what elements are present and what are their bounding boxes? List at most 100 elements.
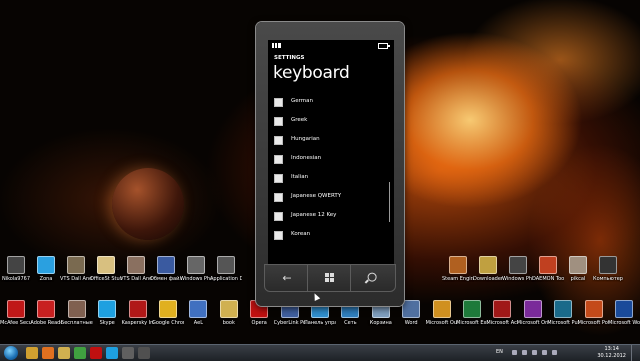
desktop-shortcut[interactable]: Microsoft OneNote 2010: [517, 300, 549, 326]
language-indicator[interactable]: EN: [496, 349, 503, 355]
desktop-shortcut[interactable]: Steam Engine: [442, 256, 474, 282]
desktop-shortcut-label: Application Deployment: [210, 276, 242, 282]
desktop-shortcut-label: book: [222, 320, 235, 326]
show-desktop-button[interactable]: [631, 345, 640, 361]
desktop-shortcut[interactable]: Microsoft Word 2010: [608, 300, 640, 326]
back-button[interactable]: ←: [264, 264, 310, 292]
desktop-shortcut-label: Microsoft Excel 2010: [456, 320, 488, 326]
clock[interactable]: 13:14 30.12.2012: [597, 346, 626, 360]
desktop-shortcut[interactable]: Adobe Reader XI: [30, 300, 62, 326]
powerpoint-icon: [584, 300, 603, 318]
tray-icon[interactable]: [512, 350, 517, 355]
person-icon: [569, 256, 587, 274]
notepad-icon: [97, 256, 115, 274]
signal-icon: [272, 43, 281, 48]
clock-date: 30.12.2012: [597, 353, 626, 359]
chrome-icon: [159, 300, 177, 318]
desktop-shortcut[interactable]: Windows Phone Dev...: [502, 256, 534, 282]
language-checkbox[interactable]: [274, 193, 283, 202]
desktop-shortcut[interactable]: Microsoft Excel 2010: [456, 300, 488, 326]
desktop-shortcut[interactable]: VTS Dall Andreas: [120, 256, 152, 282]
language-label: Indonesian: [291, 155, 322, 161]
language-list-item[interactable]: German: [274, 95, 386, 114]
desktop-shortcut-label: Панель управления: [304, 320, 336, 326]
app-icon[interactable]: [138, 347, 150, 359]
desktop-shortcut[interactable]: Microsoft Publish 2010: [547, 300, 579, 326]
language-checkbox[interactable]: [274, 98, 283, 107]
language-list-item[interactable]: Korean: [274, 228, 386, 247]
language-checkbox[interactable]: [274, 136, 283, 145]
start-orb-icon[interactable]: [4, 346, 18, 360]
desktop-shortcut[interactable]: Компьютер: [592, 256, 624, 282]
tray-icon[interactable]: [522, 350, 527, 355]
desktop-shortcut-label: Microsoft Access 2010: [486, 320, 519, 326]
desktop-shortcut-label: Windows Phone Dev...: [502, 276, 534, 282]
desktop-shortcut[interactable]: Windows Phone Deve...: [180, 256, 212, 282]
skype-icon[interactable]: [106, 347, 118, 359]
desktop-shortcut[interactable]: Google Chrome: [152, 300, 184, 326]
desktop-shortcut[interactable]: book: [213, 300, 245, 326]
volume-icon[interactable]: [552, 350, 557, 355]
page-title: keyboard: [273, 63, 350, 83]
desktop-shortcut[interactable]: Обмен файлами: [150, 256, 182, 282]
folder-icon: [219, 300, 238, 318]
language-checkbox[interactable]: [274, 155, 283, 164]
start-button[interactable]: [307, 264, 353, 292]
desktop-shortcut[interactable]: Downloader: [472, 256, 504, 282]
opera-icon[interactable]: [90, 347, 102, 359]
app-label: SETTINGS: [274, 55, 305, 61]
desktop-shortcut-label: Adobe Reader XI: [30, 320, 63, 326]
desktop-shortcut-label: Microsoft PowerPoint...: [577, 320, 610, 326]
desktop-shortcut-label: Microsoft Outlook 2010: [425, 320, 458, 326]
phone-emulator: SETTINGS keyboard German Greek Hungarian In…: [256, 22, 404, 306]
desktop-shortcut[interactable]: pikcal: [562, 256, 594, 282]
desktop-shortcut[interactable]: VTS Dall Andreas_K...: [60, 256, 92, 282]
desktop-shortcut[interactable]: AeL: [182, 300, 214, 326]
chrome-icon[interactable]: [74, 347, 86, 359]
desktop-shortcut[interactable]: Microsoft Outlook 2010: [426, 300, 458, 326]
language-checkbox[interactable]: [274, 174, 283, 183]
language-checkbox[interactable]: [274, 212, 283, 221]
explorer-icon[interactable]: [26, 347, 38, 359]
language-checkbox[interactable]: [274, 231, 283, 240]
language-list-item[interactable]: Italian: [274, 171, 386, 190]
desktop-shortcut[interactable]: McAfee Security Sc...: [0, 300, 32, 326]
desktop-shortcut-label: Windows Phone Deve...: [180, 276, 212, 282]
language-list-item[interactable]: Japanese QWERTY: [274, 190, 386, 209]
language-list-item[interactable]: Hungarian: [274, 133, 386, 152]
app-icon[interactable]: [122, 347, 134, 359]
search-button[interactable]: [350, 264, 396, 292]
desktop-shortcut[interactable]: Kaspersky Internet Se...: [122, 300, 154, 326]
desktop-shortcut-label: Skype: [99, 320, 115, 326]
folder-icon[interactable]: [58, 347, 70, 359]
language-checkbox[interactable]: [274, 117, 283, 126]
desktop-shortcut[interactable]: Microsoft PowerPoint...: [578, 300, 610, 326]
desktop-shortcut[interactable]: DAEMON Tools Lite: [532, 256, 564, 282]
media-player-icon[interactable]: [42, 347, 54, 359]
desktop-shortcut-label: Бесплатные платежи: [60, 320, 93, 326]
desktop-shortcut-label: Корзина: [369, 320, 392, 326]
excel-icon: [463, 300, 481, 318]
desktop-shortcut[interactable]: Application Deployment: [210, 256, 242, 282]
scroll-indicator: [389, 182, 390, 222]
network-tray-icon[interactable]: [542, 350, 547, 355]
desktop-shortcut-label: Kaspersky Internet Se...: [121, 320, 154, 326]
desktop-shortcut[interactable]: OfficeSt Studio 8: [90, 256, 122, 282]
language-list-item[interactable]: Greek: [274, 114, 386, 133]
desktop-shortcut[interactable]: Zona: [30, 256, 62, 282]
desktop-shortcut[interactable]: Бесплатные платежи: [61, 300, 93, 326]
language-list-item[interactable]: Japanese 12 Key: [274, 209, 386, 228]
desktop-shortcut-label: Компьютер: [593, 276, 623, 282]
desktop-shortcut[interactable]: Skype: [91, 300, 123, 326]
desktop-shortcut[interactable]: Nikola9767: [0, 256, 32, 282]
tray-icon[interactable]: [532, 350, 537, 355]
battery-icon: [378, 43, 390, 49]
wallpaper-planet: [112, 168, 184, 240]
desktop-shortcut[interactable]: Microsoft Access 2010: [486, 300, 518, 326]
desktop-shortcut-label: Обмен файлами: [150, 276, 182, 282]
folder-icon: [479, 256, 497, 274]
language-label: Greek: [291, 117, 308, 123]
phone-nav-bar: ←: [256, 264, 404, 294]
language-list-item[interactable]: Indonesian: [274, 152, 386, 171]
desktop-shortcut-label: OfficeSt Studio 8: [90, 276, 122, 282]
